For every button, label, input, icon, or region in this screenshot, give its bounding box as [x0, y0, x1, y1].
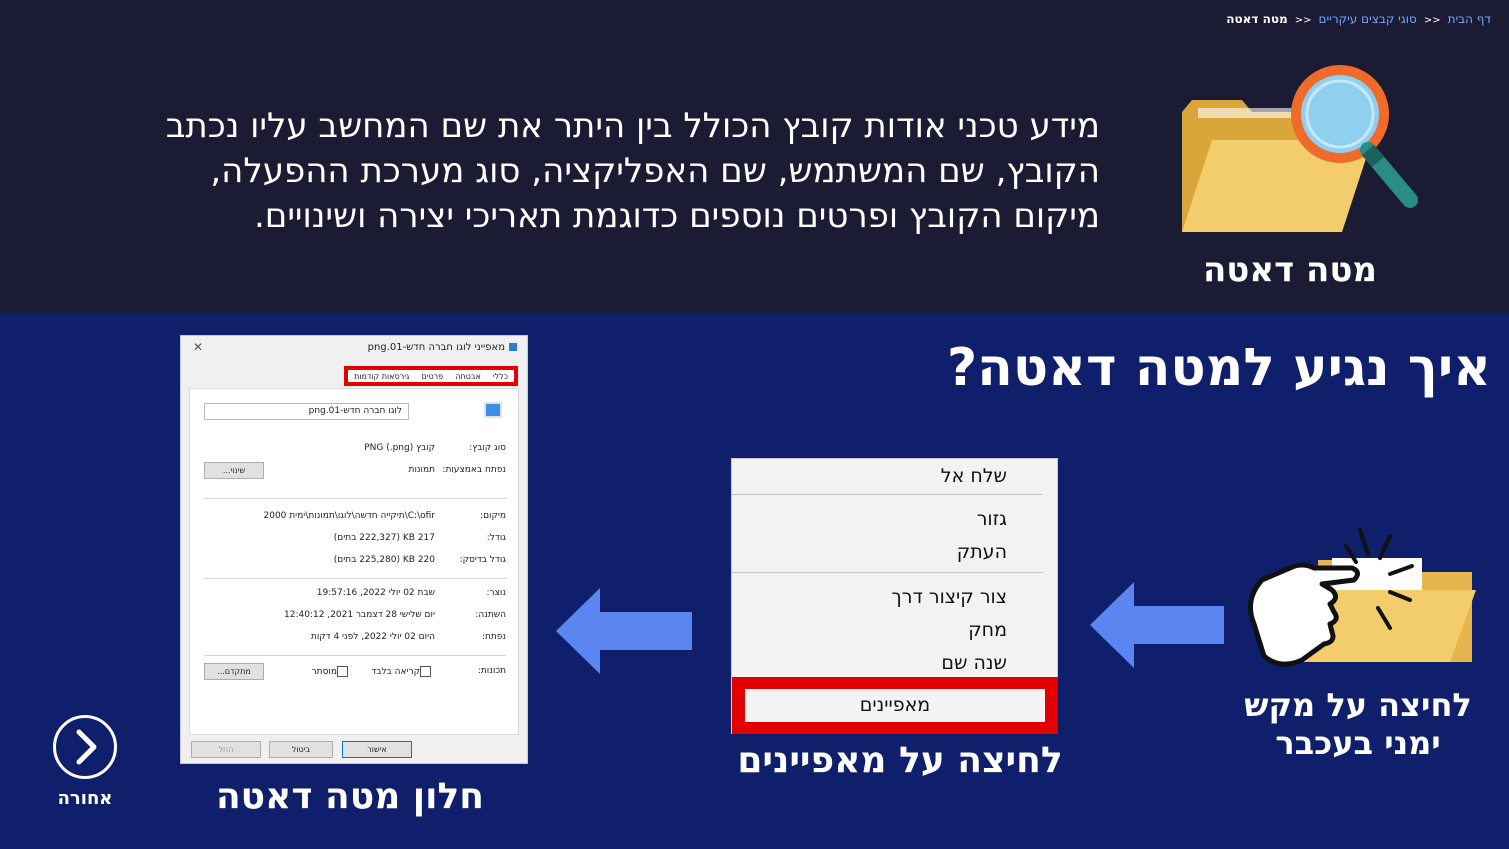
menu-item-create-shortcut[interactable]: צור קיצור דרך — [892, 586, 1007, 608]
folder-magnifier-icon — [1182, 65, 1418, 232]
property-value: יום שלישי 28 דצמבר 2021, 12:40:12 — [284, 610, 435, 620]
window-title: מאפייני לוגו חברה חדש-01.png — [368, 342, 517, 353]
menu-item-properties[interactable]: מאפיינים — [745, 689, 1045, 722]
filename-field[interactable]: לוגו חברה חדש-01.png — [204, 403, 409, 420]
divider — [204, 655, 506, 656]
page-description: מידע טכני אודות קובץ הכולל בין היתר את ש… — [165, 106, 1100, 236]
properties-window: מאפייני לוגו חברה חדש-01.png ✕ כללי אבטח… — [180, 335, 528, 764]
tab-security[interactable]: אבטחה — [455, 372, 481, 381]
advanced-button[interactable]: מתקדם... — [204, 663, 264, 680]
hidden-checkbox[interactable] — [337, 666, 348, 677]
hidden-option[interactable]: מוסתר — [312, 666, 352, 677]
change-button[interactable]: שינוי... — [204, 462, 264, 479]
breadcrumb-separator: << — [1294, 15, 1312, 26]
menu-separator — [732, 572, 1043, 573]
tab-details[interactable]: פרטים — [421, 372, 443, 381]
back-button[interactable] — [53, 715, 117, 779]
divider — [204, 578, 506, 579]
property-value: שבת 02 יולי 2022, 19:57:16 — [316, 588, 435, 598]
property-value: 220 KB (225,280 בתים) — [333, 555, 435, 565]
property-label: מיקום: — [480, 511, 506, 521]
tab-previous-versions[interactable]: גירסאות קודמות — [354, 372, 409, 381]
menu-item-rename[interactable]: שנה שם — [941, 652, 1007, 674]
property-row: נפתח: היום 02 יולי 2022, לפני 4 דקות — [200, 632, 510, 646]
breadcrumb-separator: << — [1423, 15, 1441, 26]
property-value: 217 KB (222,327 בתים) — [333, 533, 435, 543]
menu-separator — [732, 494, 1043, 495]
breadcrumb-home-link[interactable]: דף הבית — [1448, 12, 1491, 26]
breadcrumb: דף הבית << סוגי קבצים עיקריים << מטה דאטה — [1226, 12, 1491, 26]
property-label: גודל: — [486, 533, 506, 543]
property-value: קובץ PNG (.png) — [364, 443, 435, 453]
image-file-icon — [484, 402, 502, 418]
image-file-icon — [509, 343, 517, 351]
menu-item-cut[interactable]: גזור — [977, 508, 1007, 530]
properties-highlight: מאפיינים — [732, 677, 1058, 734]
property-label: נפתח: — [481, 632, 506, 642]
window-title-text: מאפייני לוגו חברה חדש-01.png — [367, 342, 505, 353]
apply-button[interactable]: החל — [191, 741, 261, 758]
property-row: גודל בדיסק: 220 KB (225,280 בתים) — [200, 555, 510, 569]
arrow-left-icon — [556, 588, 692, 674]
close-icon[interactable]: ✕ — [193, 340, 203, 354]
property-row: נוצר: שבת 02 יולי 2022, 19:57:16 — [200, 588, 510, 602]
property-value: C:\ofir\תיקייה חדשה\לוגו\תמונות\ימית 200… — [263, 511, 436, 521]
cancel-button[interactable]: ביטול — [269, 741, 333, 758]
properties-tabs: כללי אבטחה פרטים גירסאות קודמות — [344, 366, 518, 386]
hand-click-folder-icon — [1247, 528, 1476, 667]
ok-button[interactable]: אישור — [342, 741, 412, 758]
property-value: תמונות — [408, 465, 435, 475]
breadcrumb-section-link[interactable]: סוגי קבצים עיקריים — [1319, 12, 1417, 26]
question-heading: איך נגיע למטה דאטה? — [946, 338, 1491, 398]
property-value: היום 02 יולי 2022, לפני 4 דקות — [310, 632, 435, 642]
right-click-label: לחיצה על מקש ימני בעכבר — [1244, 686, 1472, 762]
property-label: נוצר: — [486, 588, 506, 598]
attributes-label: תכונות: — [477, 666, 506, 676]
context-menu: שלח אל גזור העתק צור קיצור דרך מחק שנה ש… — [731, 458, 1058, 734]
breadcrumb-current: מטה דאטה — [1226, 12, 1288, 26]
back-label: אחורה — [57, 788, 113, 809]
readonly-option[interactable]: קריאה בלבד — [371, 666, 435, 677]
menu-item-send-to[interactable]: שלח אל — [941, 465, 1007, 487]
divider — [204, 498, 506, 499]
menu-item-copy[interactable]: העתק — [957, 541, 1007, 563]
menu-item-delete[interactable]: מחק — [968, 619, 1007, 641]
property-row: השתנה: יום שלישי 28 דצמבר 2021, 12:40:12 — [200, 610, 510, 624]
property-row: מיקום: C:\ofir\תיקייה חדשה\לוגו\תמונות\ימ… — [200, 511, 510, 525]
property-label: סוג קובץ: — [469, 443, 506, 453]
readonly-label: קריאה בלבד — [371, 667, 420, 677]
tab-general[interactable]: כללי — [493, 372, 508, 381]
property-label: גודל בדיסק: — [459, 555, 506, 565]
general-pane: לוגו חברה חדש-01.png סוג קובץ: קובץ PNG (… — [189, 388, 519, 735]
hidden-label: מוסתר — [311, 667, 337, 677]
arrow-left-icon — [1090, 582, 1224, 668]
property-row: גודל: 217 KB (222,327 בתים) — [200, 533, 510, 547]
property-row: סוג קובץ: קובץ PNG (.png) — [200, 443, 510, 457]
readonly-checkbox[interactable] — [420, 666, 431, 677]
chevron-right-icon — [76, 729, 97, 765]
property-label: נפתח באמצעות: — [442, 465, 506, 475]
metadata-window-label: חלון מטה דאטה — [215, 776, 485, 817]
properties-click-label: לחיצה על מאפיינים — [737, 740, 1063, 781]
property-label: השתנה: — [475, 610, 506, 620]
page-title: מטה דאטה — [1202, 250, 1378, 290]
